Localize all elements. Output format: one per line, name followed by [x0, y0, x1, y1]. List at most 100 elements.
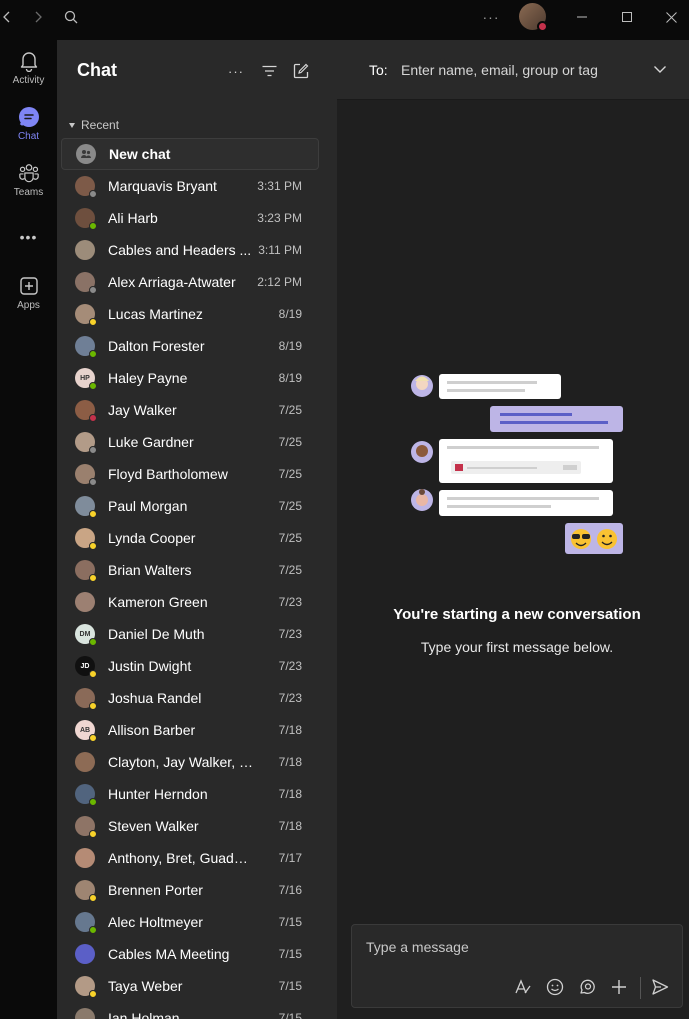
chat-name: Cables MA Meeting	[108, 946, 230, 962]
to-label: To:	[369, 62, 388, 78]
chat-name: New chat	[109, 146, 171, 162]
recipient-input[interactable]	[401, 60, 641, 80]
ellipsis-icon: ···	[228, 63, 244, 79]
chat-list-item[interactable]: Taya Weber 7/15	[61, 970, 319, 1002]
new-chat-avatar-icon	[76, 144, 96, 164]
chat-list-item[interactable]: Cables and Headers ... 3:11 PM	[61, 234, 319, 266]
chat-list-item[interactable]: Jay Walker 7/25	[61, 394, 319, 426]
attach-button[interactable]	[609, 977, 629, 997]
chat-timestamp: 7/23	[278, 691, 302, 705]
chat-timestamp: 7/16	[278, 883, 302, 897]
avatar	[75, 816, 97, 838]
chat-list-item[interactable]: Clayton, Jay Walker, +2 7/18	[61, 746, 319, 778]
chat-list-item[interactable]: Paul Morgan 7/25	[61, 490, 319, 522]
chat-timestamp: 7/18	[278, 819, 302, 833]
chat-name: Floyd Bartholomew	[108, 466, 228, 482]
rail-item-chat[interactable]: Chat	[0, 106, 57, 142]
composer-divider	[640, 977, 641, 999]
back-button[interactable]	[0, 0, 14, 34]
chat-list-item[interactable]: Anthony, Bret, Guadalu... 7/17	[61, 842, 319, 874]
presence-status-icon	[89, 478, 97, 486]
conversation-area: To: Enter name, email, group or tag You'…	[337, 40, 689, 1019]
chat-list-item[interactable]: DM Daniel De Muth 7/23	[61, 618, 319, 650]
recent-section-toggle[interactable]: Recent	[69, 118, 119, 132]
filter-button[interactable]	[260, 62, 278, 80]
chat-list-item[interactable]: Luke Gardner 7/25	[61, 426, 319, 458]
minimize-button[interactable]	[572, 0, 592, 34]
presence-status-icon	[89, 638, 97, 646]
forward-button[interactable]	[28, 0, 48, 34]
format-button[interactable]	[513, 977, 533, 997]
loop-button[interactable]	[577, 977, 597, 997]
recipient-expand-button[interactable]	[653, 62, 669, 78]
presence-status-icon	[89, 318, 97, 326]
chat-timestamp: 7/25	[278, 563, 302, 577]
avatar	[75, 592, 95, 612]
more-options-button[interactable]: ···	[480, 0, 502, 34]
chat-list-item[interactable]: Joshua Randel 7/23	[61, 682, 319, 714]
avatar-initials: AB	[79, 726, 91, 734]
search-button[interactable]	[60, 0, 82, 34]
chat-list-item[interactable]: Floyd Bartholomew 7/25	[61, 458, 319, 490]
chat-list-item[interactable]: Steven Walker 7/18	[61, 810, 319, 842]
new-chat-button[interactable]	[292, 62, 310, 80]
chat-timestamp: 2:12 PM	[257, 275, 302, 289]
message-input[interactable]	[366, 937, 666, 957]
chat-timestamp: 7/25	[278, 403, 302, 417]
chat-list-item[interactable]: Brennen Porter 7/16	[61, 874, 319, 906]
chat-more-button[interactable]: ···	[227, 62, 245, 80]
emoji-button[interactable]	[545, 977, 565, 997]
chat-timestamp: 7/23	[278, 595, 302, 609]
avatar: AB	[75, 720, 97, 742]
chat-list-item[interactable]: Cables MA Meeting 7/15	[61, 938, 319, 970]
rail-item-apps[interactable]: Apps	[0, 275, 57, 311]
chat-name: Ian Holman	[108, 1010, 180, 1019]
presence-status-icon	[89, 446, 97, 454]
chat-list-item[interactable]: Alex Arriaga-Atwater 2:12 PM	[61, 266, 319, 298]
chat-list-item[interactable]: AB Allison Barber 7/18	[61, 714, 319, 746]
chat-list-item[interactable]: HP Haley Payne 8/19	[61, 362, 319, 394]
chat-timestamp: 7/15	[278, 979, 302, 993]
avatar	[75, 752, 95, 772]
avatar	[75, 880, 97, 902]
maximize-button[interactable]	[617, 0, 637, 34]
close-button[interactable]	[661, 0, 681, 34]
chat-list-item[interactable]: JD Justin Dwight 7/23	[61, 650, 319, 682]
presence-status-icon	[89, 350, 97, 358]
loop-icon	[580, 979, 595, 994]
chat-list-item[interactable]: Lucas Martinez 8/19	[61, 298, 319, 330]
avatar	[75, 304, 97, 326]
avatar	[75, 336, 97, 358]
chat-timestamp: 7/25	[278, 531, 302, 545]
chat-name: Dalton Forester	[108, 338, 205, 354]
presence-status-icon	[89, 190, 97, 198]
presence-status-icon	[89, 542, 97, 550]
empty-state-title: You're starting a new conversation	[393, 606, 641, 623]
chat-list-item[interactable]: Brian Walters 7/25	[61, 554, 319, 586]
chat-list-item[interactable]: Ian Holman 7/15	[61, 1002, 319, 1019]
send-button[interactable]	[650, 977, 670, 997]
new-conversation-illustration	[411, 374, 623, 554]
rail-item-teams[interactable]: Teams	[0, 162, 57, 198]
chat-name: Justin Dwight	[108, 658, 192, 674]
profile-avatar[interactable]	[519, 3, 548, 32]
chat-list-item[interactable]: Dalton Forester 8/19	[61, 330, 319, 362]
chat-list-item[interactable]: Hunter Herndon 7/18	[61, 778, 319, 810]
chat-list-item[interactable]: Lynda Cooper 7/25	[61, 522, 319, 554]
new-chat-row[interactable]: New chat	[61, 138, 319, 170]
chat-name: Taya Weber	[108, 978, 183, 994]
chat-timestamp: 7/15	[278, 947, 302, 961]
rail-label-apps: Apps	[17, 300, 40, 311]
avatar-initials: JD	[80, 662, 90, 670]
chat-list-item[interactable]: Alec Holtmeyer 7/15	[61, 906, 319, 938]
rail-item-more[interactable]: •••	[0, 226, 57, 248]
avatar: JD	[75, 656, 97, 678]
chat-timestamp: 7/15	[278, 1011, 302, 1019]
chat-list-item[interactable]: Ali Harb 3:23 PM	[61, 202, 319, 234]
chat-list-item[interactable]: Marquavis Bryant 3:31 PM	[61, 170, 319, 202]
chat-timestamp: 7/23	[278, 659, 302, 673]
chat-name: Paul Morgan	[108, 498, 188, 514]
rail-label-teams: Teams	[13, 187, 44, 198]
rail-item-activity[interactable]: Activity	[0, 50, 57, 86]
chat-list-item[interactable]: Kameron Green 7/23	[61, 586, 319, 618]
